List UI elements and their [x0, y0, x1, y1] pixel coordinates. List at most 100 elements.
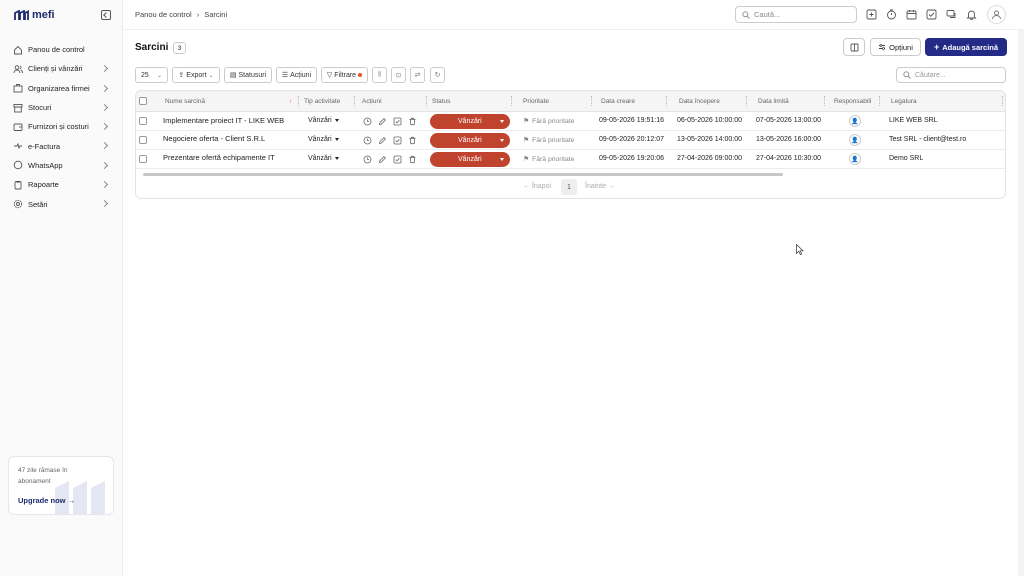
edit-icon[interactable] [378, 136, 387, 145]
column-resize-handle[interactable] [354, 96, 357, 106]
column-resize-handle[interactable] [298, 96, 301, 106]
column-header-status[interactable]: Status [432, 98, 450, 105]
columns-toggle-button[interactable]: ⫼ [372, 67, 387, 83]
column-resize-handle[interactable] [746, 96, 749, 106]
refresh-button[interactable]: ↻ [430, 67, 445, 83]
status-dropdown[interactable]: Vânzări [430, 133, 510, 148]
column-header-name[interactable]: Nume sarcină [165, 98, 205, 105]
column-resize-handle[interactable] [426, 96, 429, 106]
upgrade-card: 47 zile rămase în abonament Upgrade now … [8, 456, 114, 515]
page-size-select[interactable]: 25 ⌄ [135, 67, 168, 83]
table-row[interactable]: Implementare proiect IT - LIKE WEB Vânză… [136, 112, 1005, 131]
sidebar-item-dashboard[interactable]: Panou de control [0, 40, 123, 59]
edit-icon[interactable] [378, 155, 387, 164]
row-checkbox[interactable] [139, 155, 147, 163]
export-button[interactable]: ⇪ Export ⌄ [172, 67, 220, 83]
timer-icon[interactable] [886, 9, 897, 20]
sidebar-item-clients[interactable]: Clienți și vânzări [0, 59, 123, 78]
column-resize-handle[interactable] [1002, 96, 1005, 106]
pagination-page-1[interactable]: 1 [561, 179, 577, 195]
sort-asc-icon[interactable]: ↑ [289, 98, 292, 105]
check-square-icon[interactable] [393, 155, 402, 164]
column-resize-handle[interactable] [666, 96, 669, 106]
sidebar-item-suppliers[interactable]: Furnizori și costuri [0, 117, 123, 136]
pagination-next[interactable]: Înainte → [585, 183, 615, 190]
table-search-input[interactable]: Căutare... [896, 67, 1006, 83]
breadcrumb-dashboard[interactable]: Panou de control [135, 10, 192, 19]
sidebar-item-organization[interactable]: Organizarea firmei [0, 79, 123, 98]
check-square-icon[interactable] [393, 136, 402, 145]
messages-icon[interactable] [946, 9, 957, 20]
row-checkbox[interactable] [139, 136, 147, 144]
trash-icon[interactable] [408, 136, 417, 145]
table-row[interactable]: Negociere oferta - Client S.R.L Vânzări … [136, 131, 1005, 150]
column-header-start[interactable]: Data începere [679, 98, 720, 105]
link-value[interactable]: Demo SRL [889, 155, 923, 162]
clock-icon[interactable] [363, 117, 372, 126]
statuses-button[interactable]: ▤ Statusuri [224, 67, 272, 83]
tasks-check-icon[interactable] [926, 9, 937, 20]
priority-value[interactable]: ⚑ Fără prioritate [523, 136, 574, 145]
view-toggle-button[interactable]: ⊡ [391, 67, 406, 83]
column-resize-handle[interactable] [591, 96, 594, 106]
pagination-prev[interactable]: ← Înapoi [523, 183, 551, 190]
brand-logo[interactable]: mefi [14, 9, 55, 21]
activity-type-select[interactable]: Vânzări [308, 155, 339, 162]
bell-icon[interactable] [966, 9, 977, 20]
global-search-input[interactable]: Caută... [735, 6, 857, 23]
table-row[interactable]: Prezentare ofertă echipamente IT Vânzări… [136, 150, 1005, 169]
link-value[interactable]: LIKE WEB SRL [889, 117, 938, 124]
select-all-checkbox[interactable] [139, 97, 147, 105]
task-name[interactable]: Negociere oferta - Client S.R.L [163, 134, 265, 143]
user-icon [992, 10, 1001, 20]
table-horizontal-scrollbar[interactable] [143, 173, 783, 176]
link-value[interactable]: Test SRL - client@test.ro [889, 136, 966, 143]
priority-value[interactable]: ⚑ Fără prioritate [523, 155, 574, 164]
upgrade-now-link[interactable]: Upgrade now → [18, 496, 75, 505]
column-header-created[interactable]: Data creare [601, 98, 635, 105]
refresh-icon: ↻ [434, 72, 441, 79]
trash-icon[interactable] [408, 117, 417, 126]
responsible-avatar[interactable]: 👤 [849, 153, 861, 165]
actions-button[interactable]: ☰ Acțiuni [276, 67, 317, 83]
column-header-deadline[interactable]: Data limită [758, 98, 789, 105]
clock-icon[interactable] [363, 155, 372, 164]
column-resize-handle[interactable] [824, 96, 827, 106]
trash-icon[interactable] [408, 155, 417, 164]
sidebar-item-stocks[interactable]: Stocuri [0, 98, 123, 117]
calendar-icon[interactable] [906, 9, 917, 20]
add-task-button[interactable]: + Adaugă sarcină [925, 38, 1007, 56]
activity-type-select[interactable]: Vânzări [308, 136, 339, 143]
responsible-avatar[interactable]: 👤 [849, 115, 861, 127]
user-avatar[interactable] [987, 5, 1006, 24]
column-header-priority[interactable]: Prioritate [523, 98, 549, 105]
layout-toggle-button[interactable] [843, 38, 865, 56]
sidebar-item-efactura[interactable]: e-Factura [0, 136, 123, 155]
swap-button[interactable]: ⇄ [410, 67, 425, 83]
sidebar-item-settings[interactable]: Setări [0, 194, 123, 213]
sidebar-item-whatsapp[interactable]: WhatsApp [0, 156, 123, 175]
column-header-responsible[interactable]: Responsabili [834, 98, 871, 105]
column-header-type[interactable]: Tip activitate [304, 98, 340, 105]
filter-button[interactable]: ▽ Filtrare [321, 67, 368, 83]
status-dropdown[interactable]: Vânzări [430, 114, 510, 129]
edit-icon[interactable] [378, 117, 387, 126]
check-square-icon[interactable] [393, 117, 402, 126]
task-name[interactable]: Prezentare ofertă echipamente IT [163, 153, 275, 162]
column-header-link[interactable]: Legatura [891, 98, 917, 105]
collapse-sidebar-icon[interactable] [101, 10, 111, 20]
activity-type-select[interactable]: Vânzări [308, 117, 339, 124]
chevron-down-icon: ⌄ [208, 72, 214, 79]
column-resize-handle[interactable] [511, 96, 514, 106]
responsible-avatar[interactable]: 👤 [849, 134, 861, 146]
priority-value[interactable]: ⚑ Fără prioritate [523, 117, 574, 126]
add-square-icon[interactable] [866, 9, 877, 20]
status-dropdown[interactable]: Vânzări [430, 152, 510, 167]
column-resize-handle[interactable] [879, 96, 882, 106]
row-checkbox[interactable] [139, 117, 147, 125]
options-button[interactable]: Opțiuni [870, 38, 921, 56]
page-scrollbar[interactable] [1018, 30, 1024, 576]
clock-icon[interactable] [363, 136, 372, 145]
sidebar-item-reports[interactable]: Rapoarte [0, 175, 123, 194]
task-name[interactable]: Implementare proiect IT - LIKE WEB [163, 116, 284, 125]
